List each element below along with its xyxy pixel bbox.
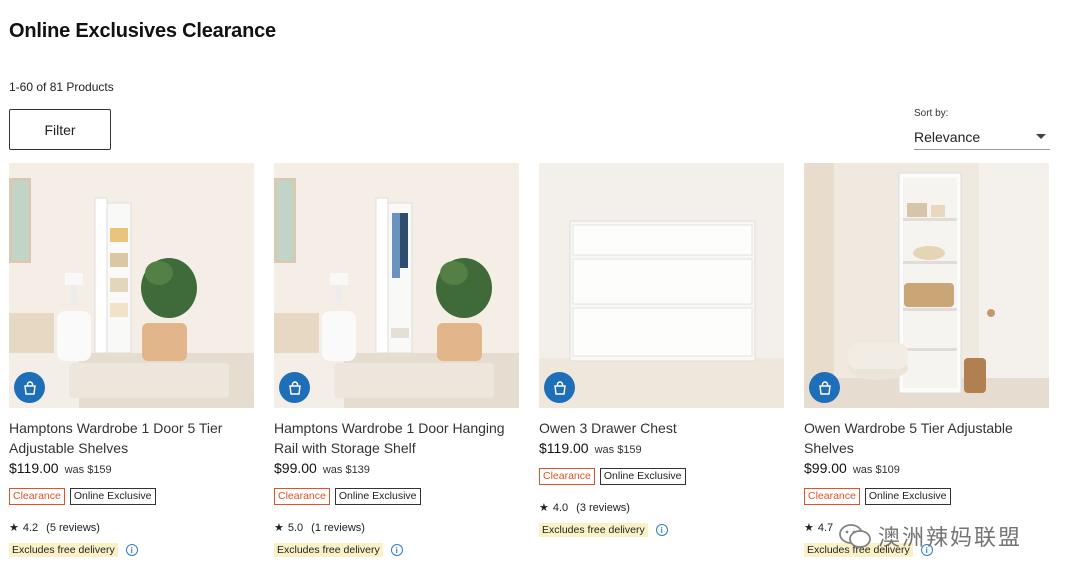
rating-value: 5.0 (287, 521, 304, 534)
product-price: $99.00 (274, 460, 317, 476)
add-to-cart-button[interactable] (14, 372, 45, 403)
page-title: Online Exclusives Clearance (9, 20, 276, 42)
online-exclusive-badge: Online Exclusive (599, 468, 686, 485)
add-to-cart-button[interactable] (279, 372, 310, 403)
product-rating: ★ 4.0 (3 reviews) (539, 501, 784, 515)
product-card[interactable]: Owen Wardrobe 5 Tier Adjustable Shelves … (804, 163, 1049, 557)
product-title[interactable]: Hamptons Wardrobe 1 Door Hanging Rail wi… (274, 418, 519, 458)
online-exclusive-badge: Online Exclusive (864, 488, 951, 505)
product-was-price: was $159 (64, 464, 112, 476)
product-price: $119.00 (539, 440, 589, 456)
review-count[interactable]: (3 reviews) (576, 502, 630, 514)
shopping-bag-icon (23, 380, 36, 395)
clearance-badge: Clearance (804, 488, 860, 505)
product-title[interactable]: Owen 3 Drawer Chest (539, 418, 784, 438)
product-count: 1-60 of 81 Products (9, 80, 114, 94)
add-to-cart-button[interactable] (809, 372, 840, 403)
product-title[interactable]: Owen Wardrobe 5 Tier Adjustable Shelves (804, 418, 1049, 458)
shopping-bag-icon (553, 380, 566, 395)
product-was-price: was $109 (852, 464, 900, 476)
product-image[interactable] (539, 163, 784, 408)
product-was-price: was $159 (594, 444, 642, 456)
online-exclusive-badge: Online Exclusive (334, 488, 421, 505)
product-image[interactable] (274, 163, 519, 408)
product-price: $119.00 (9, 460, 59, 476)
watermark: 澳洲辣妈联盟 (838, 520, 1022, 552)
sort-select[interactable]: Relevance (914, 124, 1050, 150)
clearance-badge: Clearance (539, 468, 595, 485)
product-rating: ★ 5.0 (1 reviews) (274, 521, 519, 535)
add-to-cart-button[interactable] (544, 372, 575, 403)
product-image[interactable] (804, 163, 1049, 408)
online-exclusive-badge: Online Exclusive (69, 488, 156, 505)
star-icon: ★ (9, 522, 19, 534)
info-icon[interactable]: i (390, 544, 403, 556)
watermark-text: 澳洲辣妈联盟 (878, 526, 1023, 551)
info-icon[interactable]: i (655, 524, 668, 536)
shopping-bag-icon (818, 380, 831, 395)
star-icon: ★ (804, 522, 814, 534)
delivery-note: Excludes free delivery (9, 543, 118, 557)
sort-label: Sort by: (914, 108, 949, 119)
chevron-down-icon (1036, 134, 1046, 139)
review-count[interactable]: (1 reviews) (311, 522, 365, 534)
product-price: $99.00 (804, 460, 847, 476)
star-icon: ★ (274, 522, 284, 534)
product-rating: ★ 4.2 (5 reviews) (9, 521, 254, 535)
product-image[interactable] (9, 163, 254, 408)
product-card[interactable]: Hamptons Wardrobe 1 Door 5 Tier Adjustab… (9, 163, 254, 557)
product-card[interactable]: Owen 3 Drawer Chest $119.00 was $159 Cle… (539, 163, 784, 537)
sort-value: Relevance (914, 128, 981, 145)
review-count[interactable]: (5 reviews) (46, 522, 100, 534)
info-icon[interactable]: i (125, 544, 138, 556)
rating-value: 4.2 (22, 521, 39, 534)
wechat-icon (839, 524, 871, 548)
clearance-badge: Clearance (274, 488, 330, 505)
sort-dropdown[interactable]: Sort by: Relevance (914, 108, 1050, 150)
rating-value: 4.7 (817, 521, 834, 534)
rating-value: 4.0 (552, 501, 569, 514)
star-icon: ★ (539, 502, 549, 514)
delivery-note: Excludes free delivery (274, 543, 383, 557)
filter-button[interactable]: Filter (9, 109, 111, 150)
product-card[interactable]: Hamptons Wardrobe 1 Door Hanging Rail wi… (274, 163, 519, 557)
product-title[interactable]: Hamptons Wardrobe 1 Door 5 Tier Adjustab… (9, 418, 254, 458)
delivery-note: Excludes free delivery (539, 523, 648, 537)
product-was-price: was $139 (322, 464, 370, 476)
clearance-badge: Clearance (9, 488, 65, 505)
shopping-bag-icon (288, 380, 301, 395)
